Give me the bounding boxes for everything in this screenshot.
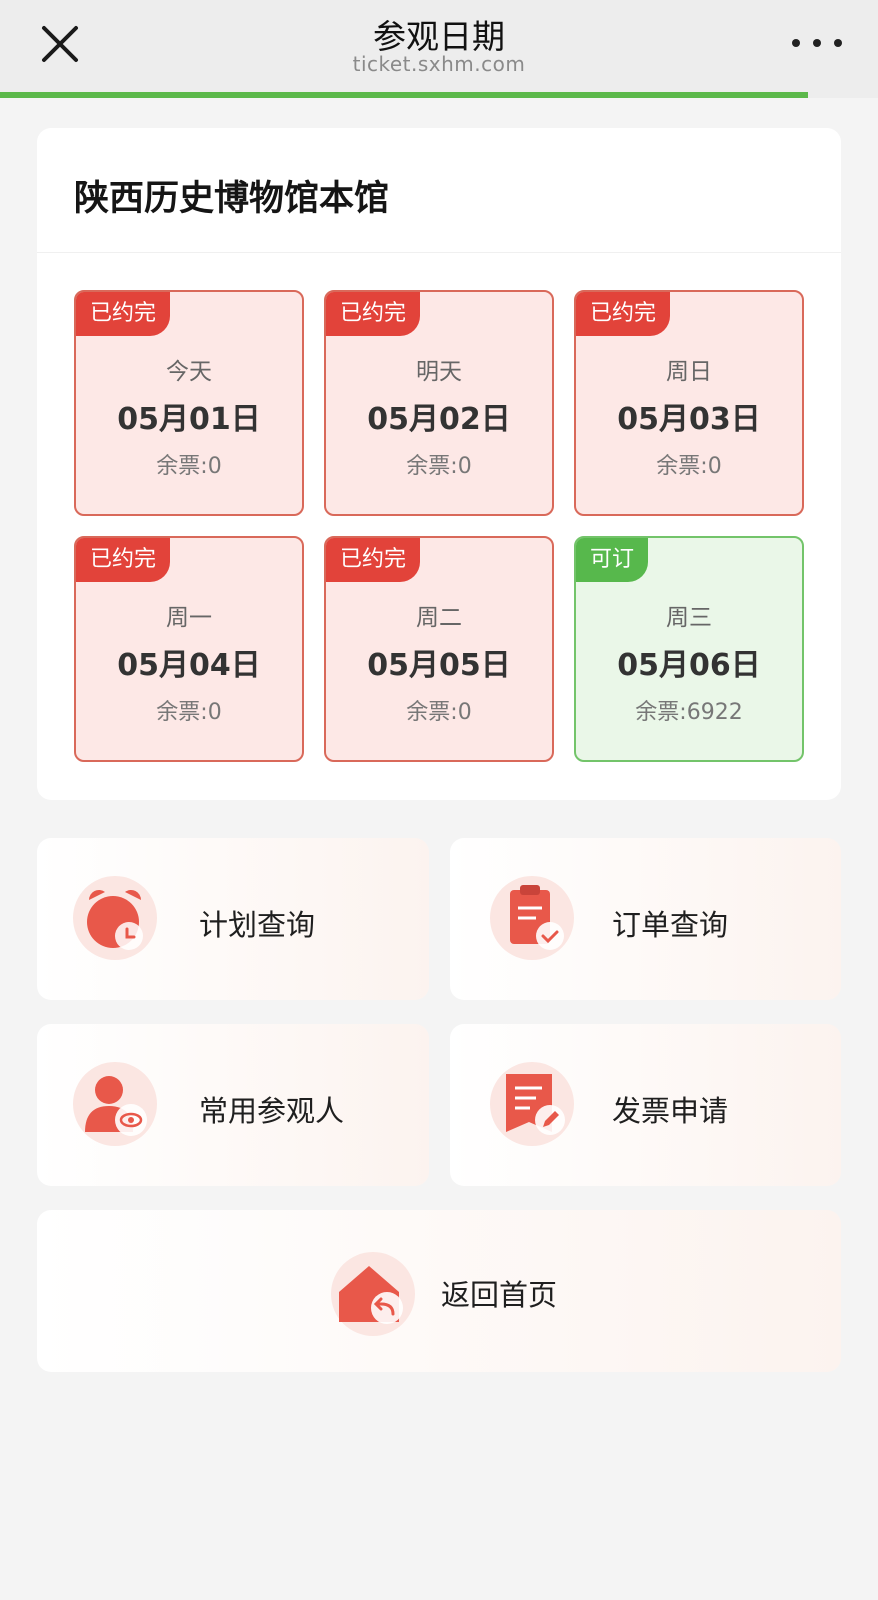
date-weekday: 周三 (666, 605, 712, 631)
date-value: 05月02日 (367, 402, 511, 437)
date-weekday: 今天 (166, 359, 212, 385)
top-nav-bar: 参观日期 ticket.sxhm.com (0, 0, 878, 92)
date-weekday: 周二 (416, 605, 462, 631)
progress-fill (0, 92, 808, 98)
frequent-visitors-label: 常用参观人 (199, 1094, 345, 1128)
remaining-tickets: 余票:0 (156, 700, 222, 725)
date-value: 05月03日 (617, 402, 761, 437)
return-home-button[interactable]: 返回首页 (37, 1210, 841, 1372)
alarm-clock-icon (71, 874, 159, 962)
return-home-label: 返回首页 (441, 1278, 558, 1312)
invoice-request-label: 发票申请 (612, 1094, 729, 1128)
date-value: 05月04日 (117, 648, 261, 683)
date-option[interactable]: 已约完 明天 05月02日 余票:0 (324, 290, 554, 516)
venue-card: 陕西历史博物馆本馆 已约完 今天 05月01日 余票:0 已约完 明天 05月0… (37, 128, 841, 800)
date-weekday: 明天 (416, 359, 462, 385)
date-option[interactable]: 已约完 今天 05月01日 余票:0 (74, 290, 304, 516)
clipboard-check-icon (488, 874, 576, 962)
date-weekday: 周一 (166, 605, 212, 631)
date-value: 05月01日 (117, 402, 261, 437)
more-icon[interactable] (792, 28, 842, 58)
date-value: 05月06日 (617, 648, 761, 683)
remaining-tickets: 余票:6922 (635, 700, 743, 725)
status-badge: 已约完 (326, 538, 421, 582)
status-badge: 已约完 (576, 292, 671, 336)
order-query-button[interactable]: 订单查询 (450, 838, 841, 1000)
home-return-icon (329, 1250, 417, 1338)
invoice-edit-icon (488, 1060, 576, 1148)
date-option[interactable]: 可订 周三 05月06日 余票:6922 (574, 536, 804, 762)
date-option[interactable]: 已约完 周一 05月04日 余票:0 (74, 536, 304, 762)
plan-query-button[interactable]: 计划查询 (37, 838, 429, 1000)
status-badge: 已约完 (326, 292, 421, 336)
divider (37, 252, 841, 253)
date-grid: 已约完 今天 05月01日 余票:0 已约完 明天 05月02日 余票:0 已约… (74, 290, 804, 762)
remaining-tickets: 余票:0 (656, 454, 722, 479)
remaining-tickets: 余票:0 (406, 454, 472, 479)
order-query-label: 订单查询 (612, 908, 729, 942)
status-badge: 可订 (576, 538, 649, 582)
plan-query-label: 计划查询 (199, 908, 316, 942)
remaining-tickets: 余票:0 (156, 454, 222, 479)
status-badge: 已约完 (76, 538, 171, 582)
frequent-visitors-button[interactable]: 常用参观人 (37, 1024, 429, 1186)
invoice-request-button[interactable]: 发票申请 (450, 1024, 841, 1186)
date-option[interactable]: 已约完 周日 05月03日 余票:0 (574, 290, 804, 516)
venue-title: 陕西历史博物馆本馆 (74, 179, 390, 219)
page-title: 参观日期 (373, 17, 505, 56)
status-badge: 已约完 (76, 292, 171, 336)
date-weekday: 周日 (666, 359, 712, 385)
remaining-tickets: 余票:0 (406, 700, 472, 725)
date-option[interactable]: 已约完 周二 05月05日 余票:0 (324, 536, 554, 762)
page-url: ticket.sxhm.com (352, 52, 526, 76)
page-load-progress (0, 92, 878, 98)
date-value: 05月05日 (367, 648, 511, 683)
person-eye-icon (71, 1060, 159, 1148)
